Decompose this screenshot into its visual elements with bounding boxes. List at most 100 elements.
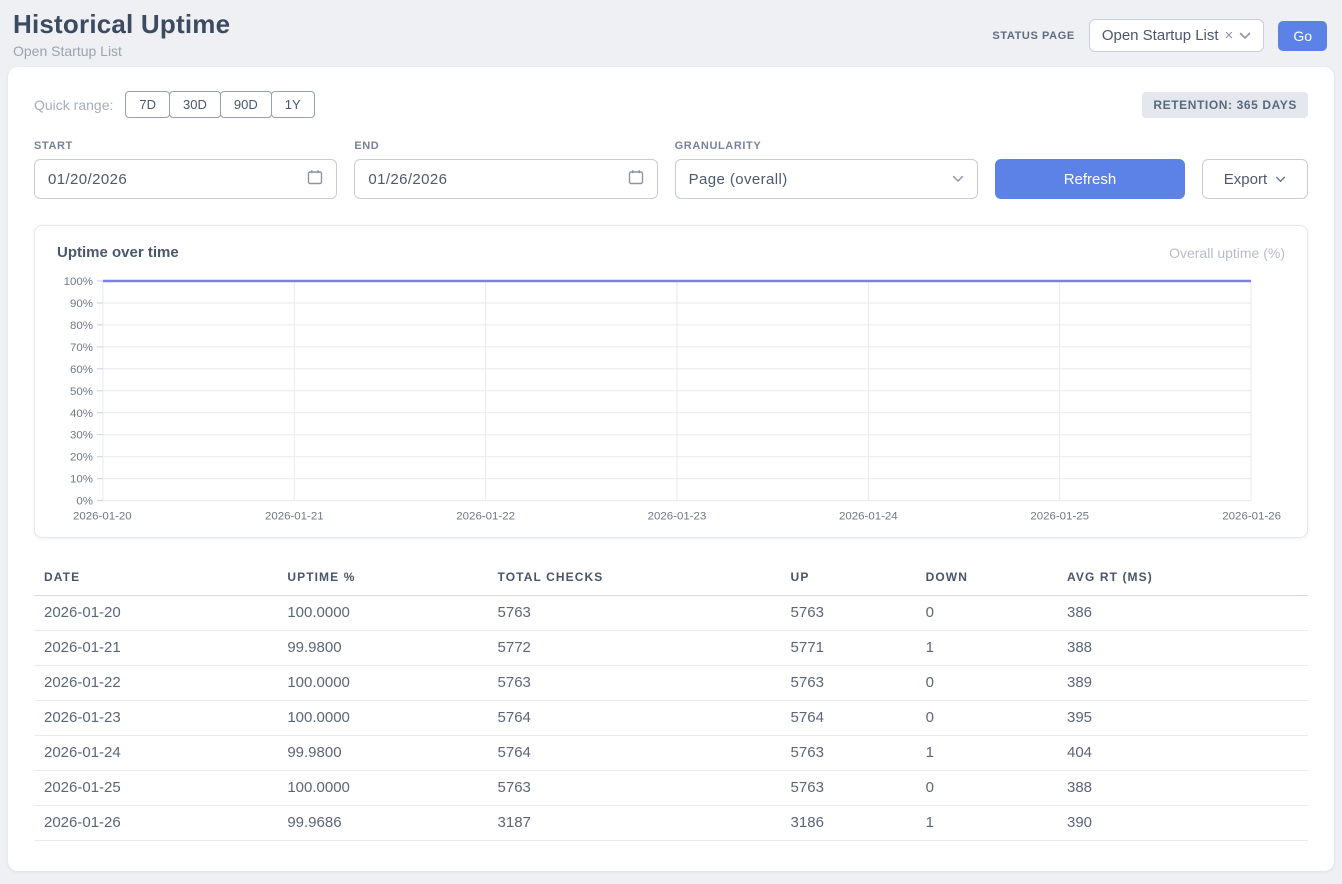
calendar-icon[interactable] — [628, 169, 644, 190]
quick-range-group: 7D 30D 90D 1Y — [125, 91, 314, 118]
table-cell: 5763 — [781, 770, 916, 805]
svg-text:0%: 0% — [76, 496, 93, 508]
table-row: 2026-01-25100.0000576357630388 — [34, 770, 1308, 805]
end-date-value: 01/26/2026 — [368, 171, 447, 188]
table-row: 2026-01-23100.0000576457640395 — [34, 700, 1308, 735]
table-cell: 389 — [1057, 665, 1308, 700]
table-cell: 5764 — [781, 700, 916, 735]
table-cell: 1 — [916, 735, 1057, 770]
svg-text:100%: 100% — [64, 276, 93, 288]
table-cell: 1 — [916, 630, 1057, 665]
table-cell: 388 — [1057, 770, 1308, 805]
svg-text:10%: 10% — [70, 474, 93, 486]
table-cell: 99.9686 — [277, 805, 487, 840]
table-cell: 2026-01-20 — [34, 595, 277, 630]
page-subtitle: Open Startup List — [13, 43, 230, 59]
col-date: DATE — [34, 562, 277, 596]
svg-text:2026-01-22: 2026-01-22 — [456, 511, 515, 523]
uptime-chart-card: Uptime over time Overall uptime (%) 0% 10… — [34, 225, 1308, 538]
table-row: 2026-01-2699.9686318731861390 — [34, 805, 1308, 840]
quick-range-7d[interactable]: 7D — [125, 91, 170, 118]
svg-text:50%: 50% — [70, 386, 93, 398]
granularity-field: GRANULARITY Page (overall) — [675, 140, 978, 199]
table-cell: 0 — [916, 700, 1057, 735]
start-date-value: 01/20/2026 — [48, 171, 127, 188]
start-date-field: START 01/20/2026 — [34, 140, 337, 199]
table-cell: 5771 — [781, 630, 916, 665]
table-cell: 0 — [916, 770, 1057, 805]
chart-legend: Overall uptime (%) — [1169, 245, 1285, 261]
title-block: Historical Uptime Open Startup List — [13, 9, 230, 59]
table-row: 2026-01-2199.9800577257711388 — [34, 630, 1308, 665]
export-button[interactable]: Export — [1202, 159, 1308, 199]
quick-range-row: Quick range: 7D 30D 90D 1Y RETENTION: 36… — [34, 91, 1308, 118]
table-cell: 2026-01-26 — [34, 805, 277, 840]
table-cell: 5764 — [488, 735, 781, 770]
svg-text:80%: 80% — [70, 320, 93, 332]
calendar-icon[interactable] — [307, 169, 323, 190]
status-page-select[interactable]: Open Startup List × — [1089, 19, 1265, 52]
table-cell: 1 — [916, 805, 1057, 840]
svg-text:30%: 30% — [70, 430, 93, 442]
table-cell: 100.0000 — [277, 665, 487, 700]
table-cell: 404 — [1057, 735, 1308, 770]
quick-range-group-wrap: Quick range: 7D 30D 90D 1Y — [34, 91, 315, 118]
chevron-down-icon — [1275, 176, 1286, 183]
table-cell: 99.9800 — [277, 735, 487, 770]
chart-title: Uptime over time — [57, 244, 179, 261]
status-page-select-value: Open Startup List — [1102, 27, 1219, 44]
svg-text:2026-01-25: 2026-01-25 — [1030, 511, 1089, 523]
page-title: Historical Uptime — [13, 9, 230, 40]
table-cell: 5763 — [488, 595, 781, 630]
refresh-button[interactable]: Refresh — [995, 159, 1185, 199]
table-cell: 386 — [1057, 595, 1308, 630]
go-button[interactable]: Go — [1278, 21, 1327, 51]
uptime-table: DATE UPTIME % TOTAL CHECKS UP DOWN AVG R… — [34, 562, 1308, 841]
end-date-label: END — [354, 140, 657, 152]
export-button-label: Export — [1224, 171, 1267, 188]
table-cell: 5763 — [781, 735, 916, 770]
granularity-value: Page (overall) — [689, 171, 788, 188]
granularity-select[interactable]: Page (overall) — [675, 159, 978, 199]
svg-text:60%: 60% — [70, 364, 93, 376]
status-page-label: STATUS PAGE — [992, 30, 1074, 42]
table-cell: 100.0000 — [277, 595, 487, 630]
quick-range-30d[interactable]: 30D — [169, 91, 221, 118]
granularity-label: GRANULARITY — [675, 140, 978, 152]
table-row: 2026-01-22100.0000576357630389 — [34, 665, 1308, 700]
header-right: STATUS PAGE Open Startup List × Go — [992, 19, 1327, 52]
table-cell: 2026-01-24 — [34, 735, 277, 770]
col-uptime: UPTIME % — [277, 562, 487, 596]
start-date-input[interactable]: 01/20/2026 — [34, 159, 337, 199]
table-cell: 2026-01-25 — [34, 770, 277, 805]
svg-text:2026-01-21: 2026-01-21 — [265, 511, 324, 523]
quick-range-90d[interactable]: 90D — [220, 91, 272, 118]
svg-text:2026-01-23: 2026-01-23 — [648, 511, 707, 523]
table-cell: 2026-01-22 — [34, 665, 277, 700]
table-row: 2026-01-20100.0000576357630386 — [34, 595, 1308, 630]
table-cell: 5763 — [488, 665, 781, 700]
table-cell: 100.0000 — [277, 700, 487, 735]
svg-text:40%: 40% — [70, 408, 93, 420]
end-date-input[interactable]: 01/26/2026 — [354, 159, 657, 199]
clear-selection-icon[interactable]: × — [1225, 28, 1234, 43]
quick-range-1y[interactable]: 1Y — [271, 91, 315, 118]
start-date-label: START — [34, 140, 337, 152]
col-avg-rt: AVG RT (MS) — [1057, 562, 1308, 596]
uptime-line-chart: 0%10%20%30%40%50%60%70%80%90%100%2026-01… — [57, 273, 1285, 527]
table-cell: 390 — [1057, 805, 1308, 840]
table-cell: 0 — [916, 595, 1057, 630]
main-panel: Quick range: 7D 30D 90D 1Y RETENTION: 36… — [8, 67, 1334, 871]
table-cell: 5763 — [488, 770, 781, 805]
chart-header: Uptime over time Overall uptime (%) — [57, 244, 1285, 261]
table-cell: 2026-01-23 — [34, 700, 277, 735]
uptime-table-body: 2026-01-20100.00005763576303862026-01-21… — [34, 595, 1308, 840]
chevron-down-icon — [1239, 32, 1251, 40]
svg-text:2026-01-24: 2026-01-24 — [839, 511, 898, 523]
col-total-checks: TOTAL CHECKS — [488, 562, 781, 596]
table-cell: 5763 — [781, 595, 916, 630]
table-cell: 3186 — [781, 805, 916, 840]
svg-text:2026-01-26: 2026-01-26 — [1222, 511, 1281, 523]
svg-text:70%: 70% — [70, 342, 93, 354]
table-cell: 2026-01-21 — [34, 630, 277, 665]
